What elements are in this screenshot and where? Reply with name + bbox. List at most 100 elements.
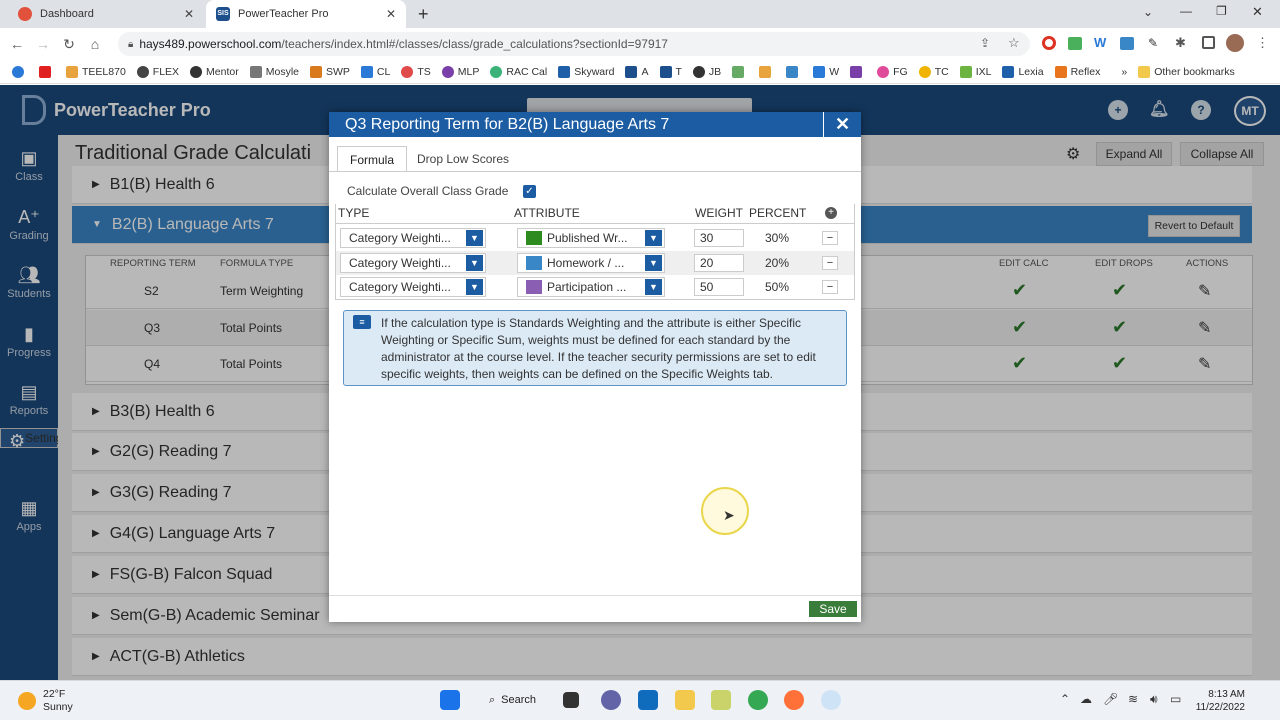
type-select[interactable]: Category Weighti... ▼ (340, 253, 486, 273)
remove-row-icon[interactable]: − (822, 231, 838, 245)
app-icon[interactable] (711, 690, 731, 710)
bookmark-item[interactable]: A (625, 65, 649, 78)
microphone-icon[interactable]: 🎤︎ (1103, 692, 1118, 706)
type-select[interactable]: Category Weighti... ▼ (340, 228, 486, 248)
tray-overflow-icon[interactable]: ⌃ (1060, 692, 1070, 706)
other-bookmarks[interactable]: Other bookmarks (1138, 65, 1235, 78)
weather-widget[interactable]: 22°F Sunny (18, 688, 73, 714)
tab-drop-low-scores[interactable]: Drop Low Scores (405, 146, 521, 172)
tab-search-icon[interactable]: ⌄ (1143, 5, 1153, 19)
taskbar-clock[interactable]: 8:13 AM 11/22/2022 (1193, 688, 1245, 714)
new-tab-icon[interactable]: + (418, 4, 429, 25)
browser-tab-dashboard[interactable]: Dashboard ✕ (8, 0, 204, 28)
tab-formula[interactable]: Formula (337, 146, 408, 172)
bookmark-item[interactable]: IXL (959, 65, 991, 78)
save-button[interactable]: Save (809, 601, 857, 617)
chevron-down-icon: ▼ (466, 230, 483, 246)
type-select[interactable]: Category Weighti... ▼ (340, 277, 486, 297)
attribute-select[interactable]: Homework / ... ▼ (517, 253, 665, 273)
bookmark-youtube-icon[interactable] (39, 65, 55, 78)
weight-input[interactable]: 30 (694, 229, 744, 247)
bookmark-item[interactable]: Reflex (1054, 65, 1100, 78)
volume-icon[interactable]: 🔊︎ (1150, 692, 1158, 707)
extension-icon[interactable] (1120, 37, 1134, 50)
windows-start-icon[interactable] (440, 690, 460, 710)
task-view-icon[interactable] (563, 692, 579, 708)
weight-input[interactable]: 50 (694, 278, 744, 296)
menu-kebab-icon[interactable]: ⋮ (1256, 35, 1269, 51)
bookmark-icon[interactable] (732, 65, 748, 78)
bookmarks-overflow-icon[interactable]: » (1121, 66, 1127, 78)
bookmark-icon[interactable] (786, 65, 802, 78)
bookmark-item[interactable]: Skyward (558, 65, 614, 78)
word-extension-icon[interactable]: W (1094, 35, 1106, 50)
bookmark-item[interactable]: RAC Cal (490, 65, 547, 78)
onedrive-icon[interactable]: ☁ (1080, 692, 1092, 706)
chevron-down-icon: ▼ (466, 255, 483, 271)
lock-icon: 🔒︎ (128, 38, 134, 50)
weight-input[interactable]: 20 (694, 254, 744, 272)
bookmark-item[interactable]: Lexia (1002, 65, 1044, 78)
extension-icon[interactable] (1068, 37, 1082, 50)
dialog-title: Q3 Reporting Term for B2(B) Language Art… (345, 115, 670, 133)
bookmark-item[interactable]: W (813, 65, 839, 78)
firefox-icon[interactable] (784, 690, 804, 710)
bookmark-item[interactable]: Mosyle (249, 65, 299, 78)
teams-chat-icon[interactable] (601, 690, 621, 710)
bookmark-item[interactable]: JB (692, 65, 721, 78)
address-bar[interactable]: 🔒︎ hays489.powerschool.com/teachers/inde… (118, 32, 1030, 56)
bookmark-item[interactable]: MLP (441, 65, 479, 78)
taskbar-search[interactable]: ⌕ Search (477, 688, 549, 712)
chrome-icon[interactable] (748, 690, 768, 710)
battery-icon[interactable]: ▭ (1170, 692, 1181, 706)
bookmark-icon[interactable] (759, 65, 775, 78)
side-panel-icon[interactable] (1202, 36, 1215, 49)
minimize-icon[interactable]: — (1180, 4, 1192, 18)
info-message-text: If the calculation type is Standards Wei… (381, 316, 816, 381)
maximize-icon[interactable]: ❐ (1216, 4, 1227, 18)
bookmark-item[interactable]: TS (401, 65, 431, 78)
bookmark-item[interactable]: FG (877, 65, 908, 78)
attribute-select[interactable]: Participation ... ▼ (517, 277, 665, 297)
bookmark-cloud-icon[interactable] (12, 65, 28, 78)
remove-row-icon[interactable]: − (822, 256, 838, 270)
tab-label: Dashboard (40, 8, 94, 20)
app-icon[interactable] (821, 690, 841, 710)
browser-tab-powerteacher[interactable]: SIS PowerTeacher Pro ✕ (206, 0, 406, 28)
back-icon[interactable]: ← (4, 36, 30, 52)
chevron-down-icon: ▼ (645, 255, 662, 271)
outlook-icon[interactable] (638, 690, 658, 710)
bookmark-item[interactable]: CL (360, 65, 390, 78)
bookmark-star-icon[interactable]: ☆ (1008, 35, 1020, 51)
home-icon[interactable]: ⌂ (82, 36, 108, 52)
close-tab-icon[interactable]: ✕ (386, 7, 396, 21)
extensions-puzzle-icon[interactable]: ✱ (1175, 35, 1186, 51)
file-explorer-icon[interactable] (675, 690, 695, 710)
extension-icon[interactable]: ✎ (1148, 36, 1158, 50)
forward-icon[interactable]: → (30, 36, 56, 52)
col-header-attribute: ATTRIBUTE (514, 206, 580, 220)
calc-overall-checkbox[interactable]: ✓ (523, 185, 536, 198)
wifi-icon[interactable]: ≋ (1128, 692, 1138, 706)
close-tab-icon[interactable]: ✕ (184, 7, 194, 21)
window-close-icon[interactable]: ✕ (1252, 4, 1263, 20)
bookmark-item[interactable]: TEEL870 (66, 65, 126, 78)
bookmark-icon[interactable] (850, 65, 866, 78)
share-icon[interactable]: ⇪ (980, 36, 990, 50)
opera-extension-icon[interactable] (1042, 36, 1056, 50)
percent-value: 30% (765, 231, 790, 245)
add-row-icon[interactable]: + (825, 207, 837, 219)
mouse-pointer-icon: ➤ (723, 507, 735, 523)
bookmark-item[interactable]: TC (918, 65, 949, 78)
profile-avatar[interactable] (1226, 34, 1244, 52)
remove-row-icon[interactable]: − (822, 280, 838, 294)
dialog-close-icon[interactable]: ✕ (823, 112, 861, 137)
grade-calc-dialog: Q3 Reporting Term for B2(B) Language Art… (329, 112, 861, 622)
bookmark-item[interactable]: SWP (310, 65, 350, 78)
attribute-select[interactable]: Published Wr... ▼ (517, 228, 665, 248)
bookmark-item[interactable]: FLEX (136, 65, 179, 78)
reload-icon[interactable]: ↻ (56, 36, 82, 53)
bookmark-item[interactable]: Mentor (190, 65, 239, 78)
formula-row: Category Weighti... ▼ Homework / ... ▼ 20 … (336, 251, 854, 275)
bookmark-item[interactable]: T (659, 65, 682, 78)
